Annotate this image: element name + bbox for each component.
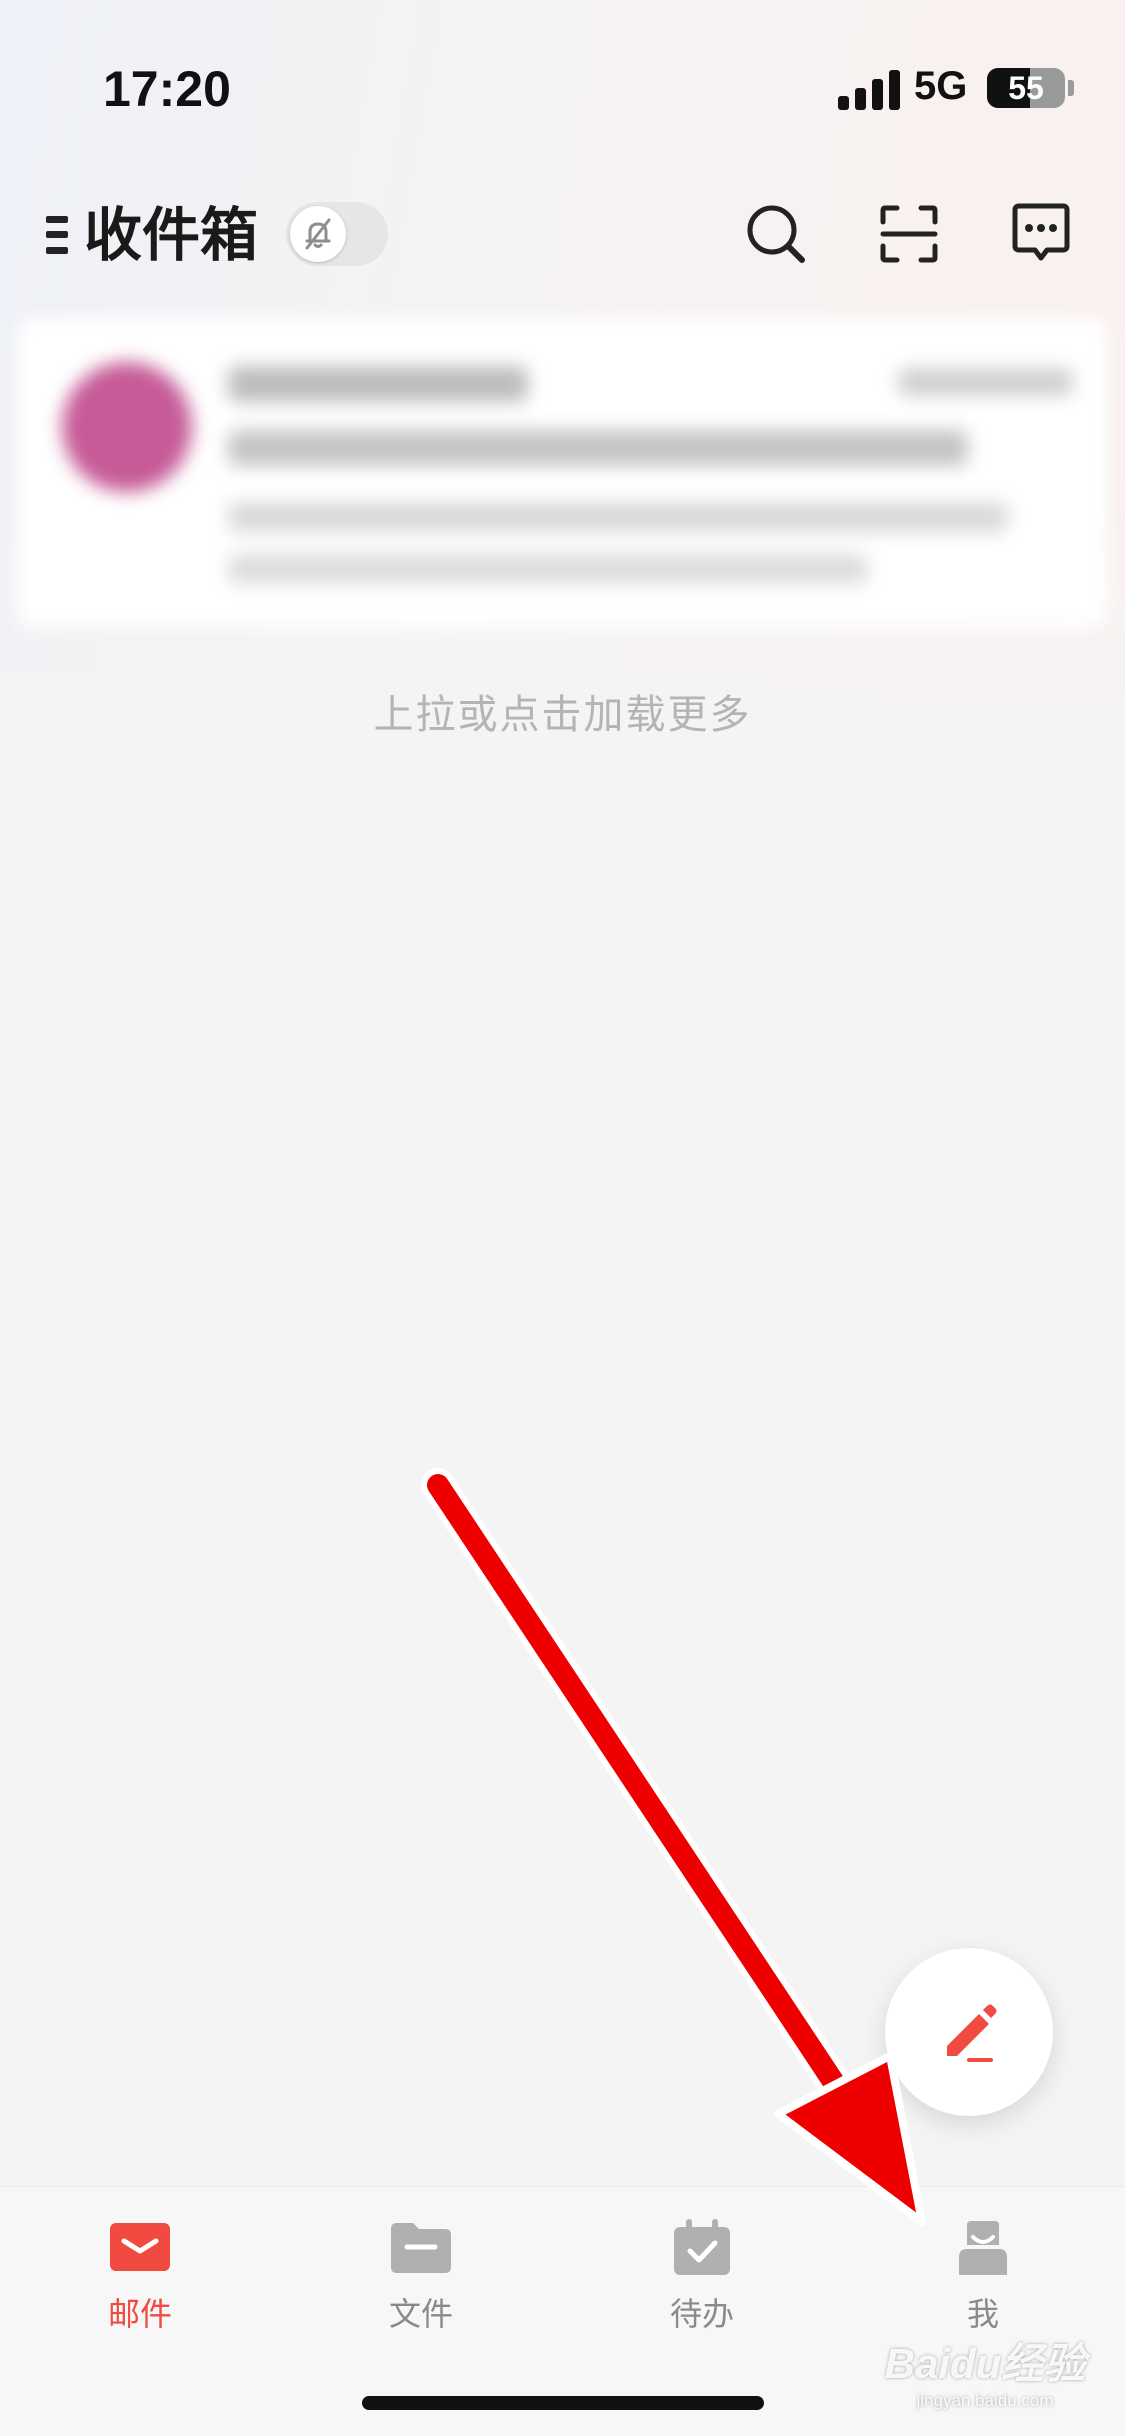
message-icon [1012,203,1070,261]
mail-list-item[interactable] [18,318,1108,628]
status-time: 17:20 [103,61,231,117]
load-more-link[interactable]: 上拉或点击加载更多 [0,682,1125,740]
tab-files[interactable]: 文件 [331,2217,511,2357]
mail-preview-blurred [228,502,1008,532]
search-icon [747,205,805,263]
user-icon [959,2221,1007,2275]
compose-button[interactable] [885,1948,1053,2116]
watermark-url: jingyan.baidu.com [916,2391,1054,2410]
mail-time-blurred [898,368,1073,396]
battery-cap [1068,80,1074,96]
signal-icon [838,70,900,110]
tab-label-files: 文件 [388,2295,453,2333]
tab-label-me: 我 [966,2295,999,2333]
watermark-brand: Baidu经验 [884,2340,1086,2387]
dnd-toggle[interactable] [286,202,388,266]
avatar [62,362,192,492]
tab-label-todo: 待办 [669,2295,734,2333]
network-label: 5G [914,64,968,108]
battery-icon: 55 [987,68,1065,108]
calendar-check-icon [674,2219,730,2275]
folder-icon [391,2223,451,2273]
home-indicator [362,2396,764,2410]
mail-icon [110,2223,170,2271]
menu-icon[interactable] [46,216,68,254]
scan-icon [880,205,938,263]
search-button[interactable] [738,196,814,272]
tab-todo[interactable]: 待办 [612,2217,792,2357]
battery-level: 55 [1008,70,1044,106]
scan-button[interactable] [871,196,947,272]
dnd-toggle-knob [290,206,346,262]
compose-pencil-icon [947,2004,997,2062]
tab-label-mail: 邮件 [107,2295,172,2333]
watermark: Baidu经验 jingyan.baidu.com [860,2330,1110,2430]
bell-off-icon [305,218,331,250]
page-title[interactable]: 收件箱 [84,200,258,270]
tab-mail[interactable]: 邮件 [50,2217,230,2357]
mail-preview-blurred-line2 [228,554,868,584]
chat-button[interactable] [1003,196,1079,272]
mail-subject-blurred [228,430,968,466]
mail-sender-blurred [228,366,528,402]
